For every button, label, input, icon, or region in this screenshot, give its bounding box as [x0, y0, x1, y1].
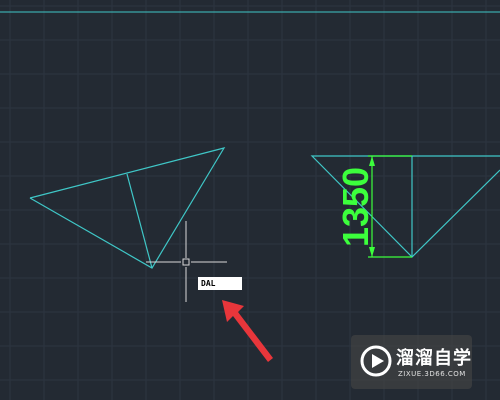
watermark-subtitle: ZIXUE.3D66.COM [398, 370, 466, 378]
dynamic-command-input[interactable] [198, 277, 242, 290]
left-triangle-outline[interactable] [29, 147, 226, 269]
left-triangle[interactable] [29, 147, 226, 269]
watermark-badge: 溜溜自学 ZIXUE.3D66.COM [351, 335, 472, 389]
play-logo-icon [360, 345, 392, 377]
pickbox-icon [182, 258, 190, 266]
left-triangle-inner-line[interactable] [126, 173, 153, 269]
watermark-title: 溜溜自学 [396, 348, 472, 369]
dimension-text[interactable]: 1350 [335, 167, 376, 247]
dimension-arrow-bottom [369, 247, 375, 257]
dimension-arrow-top [369, 156, 375, 166]
